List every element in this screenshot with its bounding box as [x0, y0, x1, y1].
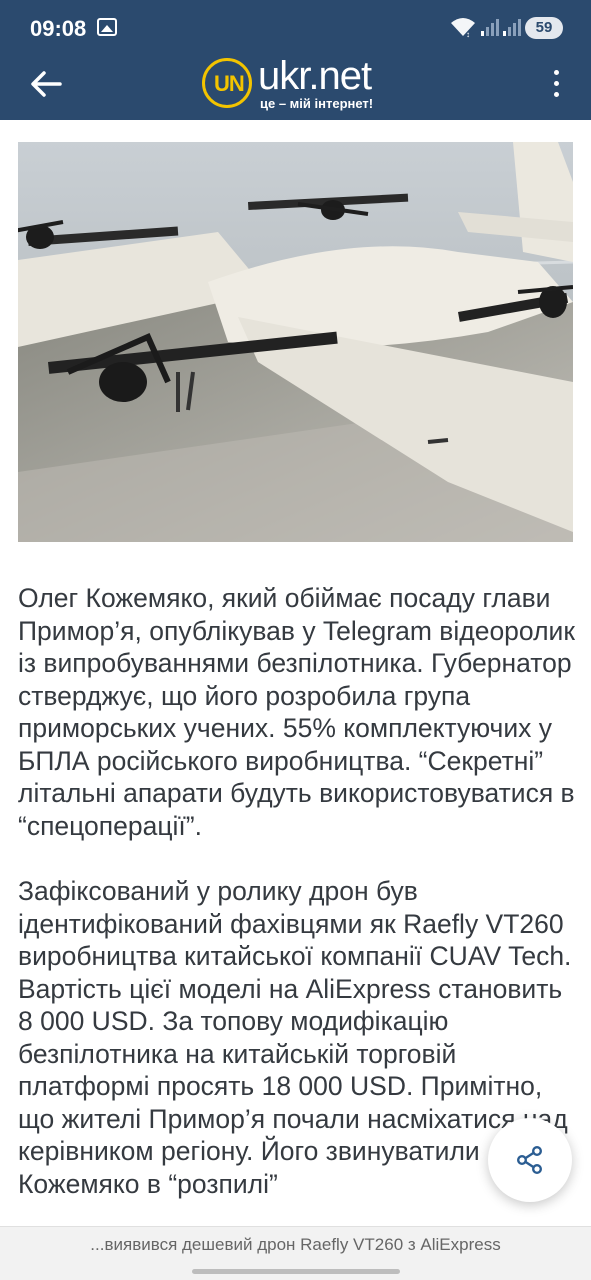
- home-indicator[interactable]: [192, 1269, 400, 1274]
- article-image: [18, 142, 573, 542]
- signal-icon: [481, 19, 499, 36]
- article-body: Олег Кожемяко, який обіймає посаду глави…: [18, 582, 578, 1233]
- battery-icon: 59: [525, 17, 563, 39]
- arrow-left-icon[interactable]: [26, 64, 66, 104]
- bottom-title-bar: ...виявився дешевий дрон Raefly VT260 з …: [0, 1226, 591, 1280]
- share-icon: [517, 1146, 543, 1174]
- svg-text:↕: ↕: [466, 30, 470, 38]
- article-paragraph: Олег Кожемяко, який обіймає посаду глави…: [18, 583, 575, 841]
- logo-text: ukr.net: [258, 54, 372, 98]
- ukr-net-logo[interactable]: UN ukr.net це – мій інтернет!: [202, 54, 402, 112]
- wifi-icon: ↕: [451, 18, 475, 38]
- bottom-article-title[interactable]: ...виявився дешевий дрон Raefly VT260 з …: [0, 1235, 591, 1255]
- status-bar: 09:08 ↕ 59: [0, 0, 591, 56]
- gallery-icon: [97, 18, 117, 36]
- logo-mark: UN: [202, 58, 252, 108]
- signal-icon: [503, 19, 521, 36]
- share-button[interactable]: [488, 1118, 572, 1202]
- more-vertical-icon[interactable]: [546, 66, 566, 102]
- app-header: 09:08 ↕ 59 UN ukr.net це – мій інтернет!: [0, 0, 591, 120]
- logo-tagline: це – мій інтернет!: [260, 96, 374, 111]
- status-time: 09:08: [30, 16, 87, 41]
